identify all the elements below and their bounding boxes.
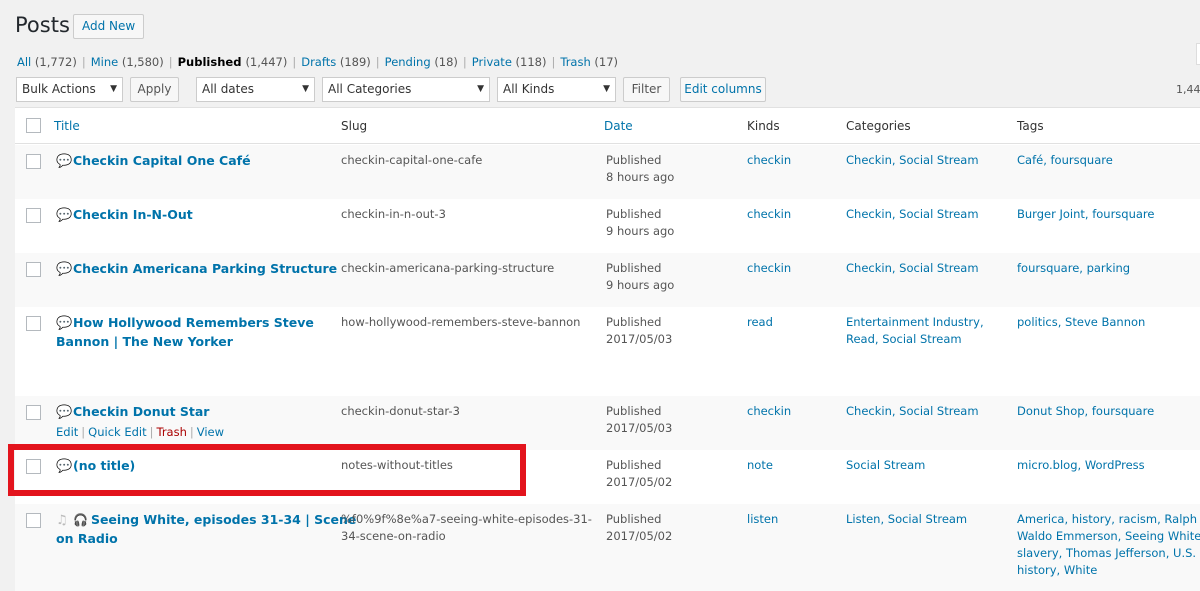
post-kind-link[interactable]: listen [747,511,778,528]
filter-pending[interactable]: Pending (18) [385,55,458,69]
post-categories[interactable]: Social Stream [846,457,925,474]
post-slug: checkin-capital-one-cafe [341,153,483,167]
post-kind-link[interactable]: checkin [747,152,791,169]
page-title: Posts [15,13,70,37]
filter-published[interactable]: Published (1,447) [178,55,288,69]
post-slug: %f0%9f%8e%a7-seeing-white-episodes-31- 34… [341,512,592,543]
row-checkbox[interactable] [26,316,41,331]
column-slug: Slug [341,119,368,133]
caret-down-icon: ▼ [302,84,309,94]
post-slug: checkin-americana-parking-structure [341,261,555,275]
items-count: 1,447 [1176,83,1200,96]
trash-link[interactable]: Trash [156,425,186,439]
post-tags[interactable]: Café, foursquare [1017,152,1113,169]
headphones-icon: 🎧 [73,513,88,527]
column-title[interactable]: Title [54,119,80,133]
filter-button[interactable]: Filter [623,77,670,102]
post-date: Published 2017/05/03 [606,315,673,346]
post-categories[interactable]: Checkin, Social Stream [846,403,979,420]
speech-bubble-icon: 💬 [56,405,73,420]
column-tags: Tags [1017,119,1044,133]
post-categories[interactable]: Checkin, Social Stream [846,152,979,169]
post-kind-link[interactable]: checkin [747,206,791,223]
search-input[interactable] [1196,43,1200,65]
row-actions: Edit | Quick Edit | Trash | View [56,425,225,439]
edit-columns-button[interactable]: Edit columns [680,77,766,102]
post-date: Published 2017/05/02 [606,512,673,543]
highlight-annotation-box [8,444,526,496]
post-date: Published 8 hours ago [606,153,675,184]
music-note-icon: ♫ [56,513,68,528]
post-title-link[interactable]: Checkin Americana Parking Structure [73,261,337,276]
edit-link[interactable]: Edit [56,425,78,439]
filter-drafts[interactable]: Drafts (189) [301,55,371,69]
post-categories[interactable]: Checkin, Social Stream [846,260,979,277]
post-slug: checkin-donut-star-3 [341,404,460,418]
add-new-button[interactable]: Add New [73,14,145,39]
post-slug: checkin-in-n-out-3 [341,207,446,221]
post-kind-link[interactable]: note [747,457,773,474]
column-kinds: Kinds [747,119,780,133]
post-title-link[interactable]: Seeing White, episodes 31-34 | Scene [91,512,356,527]
filter-trash[interactable]: Trash (17) [560,55,618,69]
dates-select[interactable]: All dates ▼ [196,77,315,102]
post-title-link[interactable]: Checkin In-N-Out [73,207,193,222]
row-checkbox[interactable] [26,405,41,420]
post-date: Published 9 hours ago [606,207,675,238]
post-kind-link[interactable]: checkin [747,260,791,277]
caret-down-icon: ▼ [477,84,484,94]
column-categories: Categories [846,119,911,133]
column-date[interactable]: Date [604,119,633,133]
row-checkbox[interactable] [26,262,41,277]
apply-button[interactable]: Apply [130,77,179,102]
post-date: Published 2017/05/02 [606,458,673,489]
caret-down-icon: ▼ [603,84,610,94]
table-header: Title Slug Date Kinds Categories Tags [15,108,1200,144]
filter-all[interactable]: All (1,772) [17,55,77,69]
post-tags[interactable]: Donut Shop, foursquare [1017,403,1154,420]
post-title-link[interactable]: Checkin Capital One Café [73,153,251,168]
status-filters: All (1,772) | Mine (1,580) | Published (1,44… [17,55,619,69]
post-date: Published 9 hours ago [606,261,675,292]
post-tags[interactable]: America, history, racism, Ralph Waldo Emm… [1017,511,1200,579]
speech-bubble-icon: 💬 [56,154,73,169]
view-link[interactable]: View [197,425,224,439]
row-checkbox[interactable] [26,154,41,169]
caret-down-icon: ▼ [110,84,117,94]
post-tags[interactable]: foursquare, parking [1017,260,1130,277]
table-row: 💬Checkin In-N-Out checkin-in-n-out-3 Pub… [15,199,1200,253]
post-categories[interactable]: Entertainment Industry, Read, Social Stre… [846,314,984,348]
post-categories[interactable]: Listen, Social Stream [846,511,967,528]
select-all-checkbox[interactable] [26,118,41,133]
post-kind-link[interactable]: checkin [747,403,791,420]
row-checkbox[interactable] [26,208,41,223]
speech-bubble-icon: 💬 [56,208,73,223]
table-row: ♫ 🎧 Seeing White, episodes 31-34 | Scene o… [15,504,1200,591]
post-kind-link[interactable]: read [747,314,773,331]
categories-select[interactable]: All Categories ▼ [322,77,490,102]
post-title-link[interactable]: Checkin Donut Star [73,404,209,419]
post-slug: how-hollywood-remembers-steve-bannon [341,315,581,329]
table-row: 💬Checkin Donut Star Edit | Quick Edit | Tras… [15,396,1200,450]
post-tags[interactable]: Burger Joint, foursquare [1017,206,1154,223]
row-checkbox[interactable] [26,513,41,528]
post-categories[interactable]: Checkin, Social Stream [846,206,979,223]
post-title-link-continued[interactable]: Bannon | The New Yorker [56,334,233,349]
quick-edit-link[interactable]: Quick Edit [88,425,146,439]
filter-private[interactable]: Private (118) [472,55,547,69]
speech-bubble-icon: 💬 [56,262,73,277]
post-title-link[interactable]: How Hollywood Remembers Steve [73,315,314,330]
post-tags[interactable]: politics, Steve Bannon [1017,314,1145,331]
table-row: 💬How Hollywood Remembers Steve Bannon | … [15,307,1200,396]
post-date: Published 2017/05/03 [606,404,673,435]
filter-mine[interactable]: Mine (1,580) [91,55,164,69]
post-title-link-continued[interactable]: on Radio [56,531,118,546]
table-row: 💬Checkin Americana Parking Structure che… [15,253,1200,307]
table-row: 💬Checkin Capital One Café checkin-capita… [15,145,1200,199]
kinds-select[interactable]: All Kinds ▼ [497,77,616,102]
post-tags[interactable]: micro.blog, WordPress [1017,457,1145,474]
bulk-actions-select[interactable]: Bulk Actions ▼ [16,77,123,102]
posts-table: Title Slug Date Kinds Categories Tags 💬C… [15,107,1200,591]
speech-bubble-icon: 💬 [56,316,73,331]
